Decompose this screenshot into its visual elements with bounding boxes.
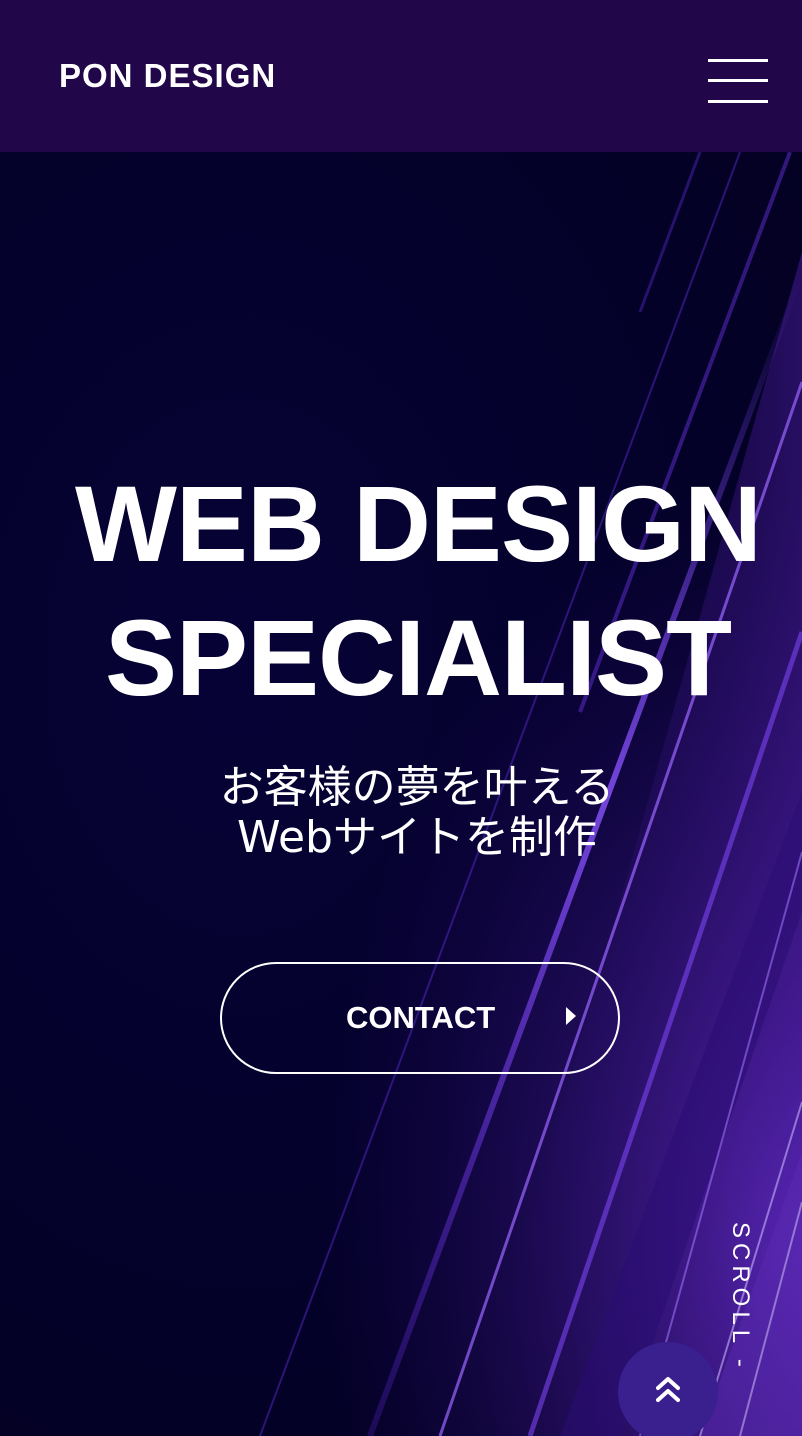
site-logo[interactable]: PON DESIGN xyxy=(59,58,276,94)
hero-section: WEB DESIGN SPECIALIST お客様の夢を叶える Webサイトを制… xyxy=(0,152,802,1436)
contact-button[interactable]: CONTACT xyxy=(220,962,620,1074)
menu-bar xyxy=(708,79,768,82)
site-header: PON DESIGN xyxy=(0,0,802,152)
hero-subtitle-line-2: Webサイトを制作 xyxy=(237,812,597,863)
menu-bar xyxy=(708,100,768,103)
hero-headline-line-2: SPECIALIST xyxy=(104,597,732,718)
caret-right-icon xyxy=(566,1007,576,1025)
hero-headline-line-1: WEB DESIGN xyxy=(74,463,762,584)
contact-button-label: CONTACT xyxy=(346,1000,496,1035)
menu-bar xyxy=(708,59,768,62)
scroll-indicator: SCROLL - xyxy=(727,1222,754,1372)
page-top-button[interactable] xyxy=(618,1342,718,1436)
hero-subtitle-line-1: お客様の夢を叶える xyxy=(219,762,615,813)
double-chevron-up-icon xyxy=(656,1377,680,1402)
hamburger-menu-icon[interactable] xyxy=(706,58,768,106)
